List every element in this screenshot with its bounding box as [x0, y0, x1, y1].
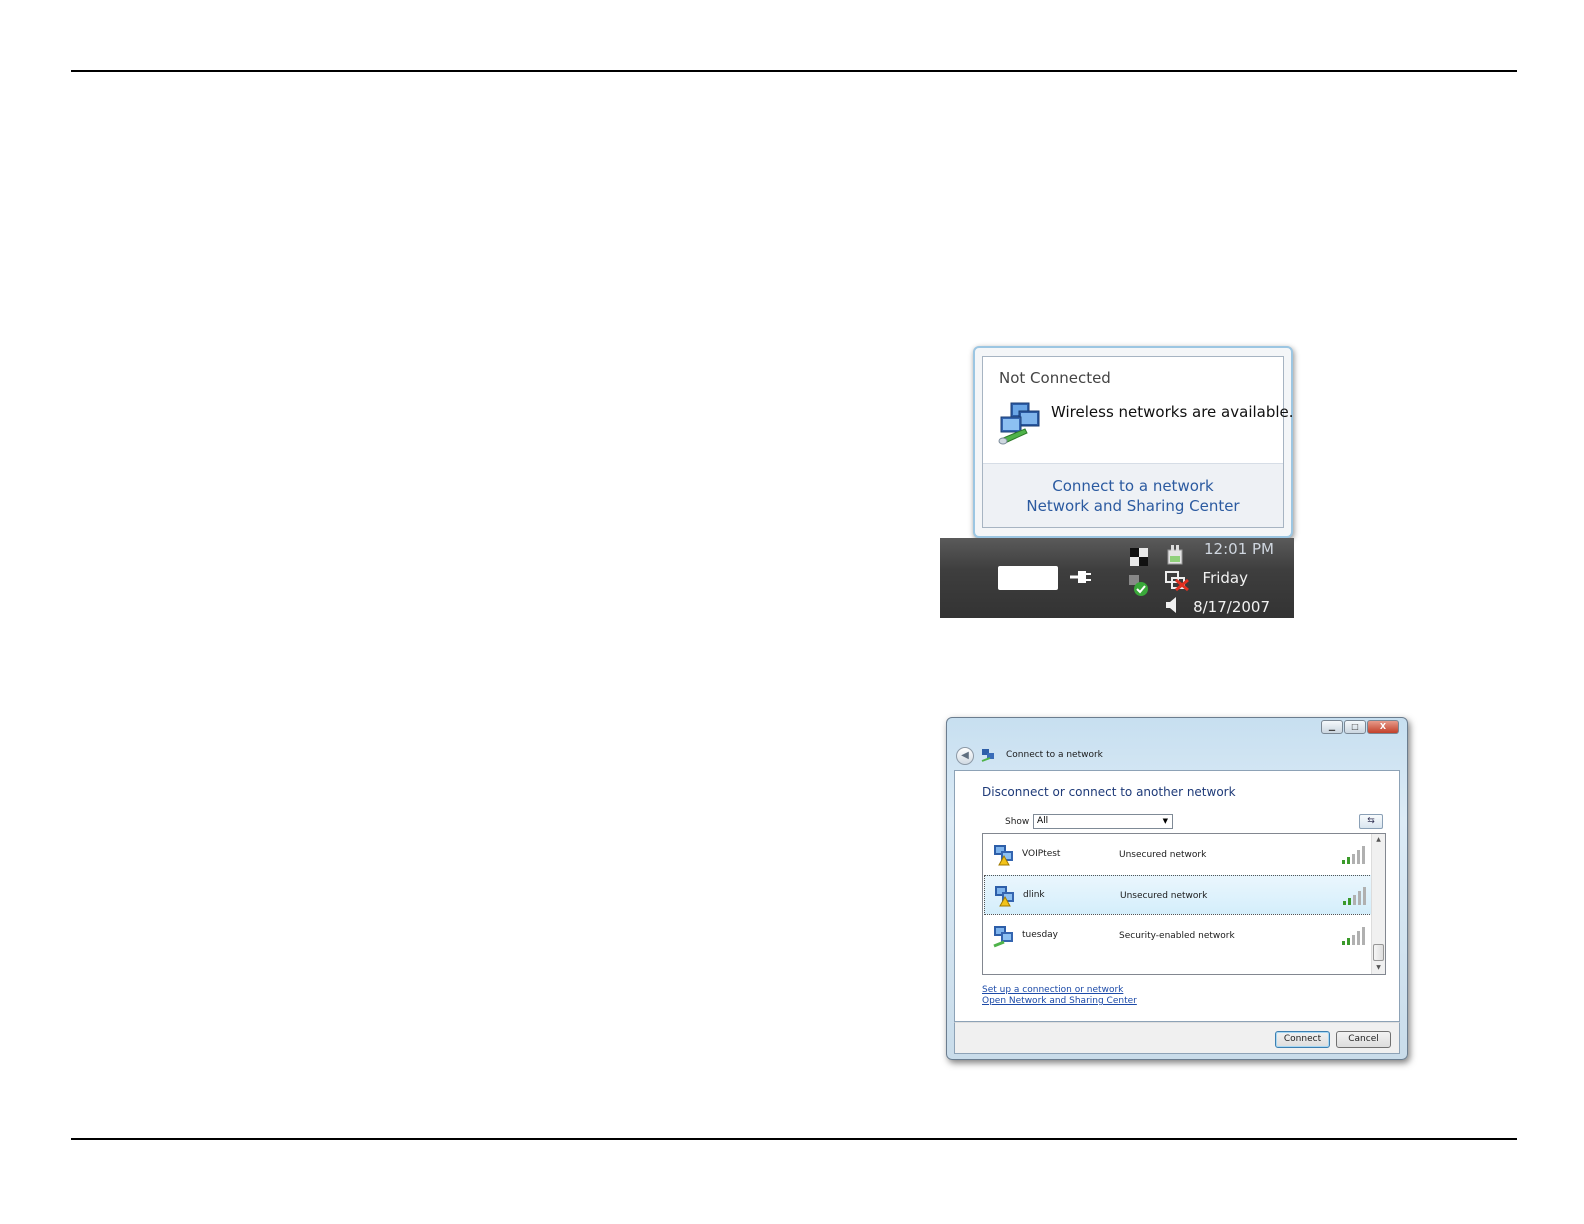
network-security: Security-enabled network — [1119, 931, 1235, 941]
clock-date[interactable]: 8/17/2007 — [1193, 598, 1270, 616]
dialog-title: Connect to a network — [1006, 750, 1103, 760]
clock-day[interactable]: Friday — [1203, 569, 1248, 587]
show-label: Show — [1005, 817, 1030, 827]
connect-network-dialog: ▁ □ X ◀ Connect to a network Disconnect … — [946, 717, 1408, 1060]
clock-time[interactable]: 12:01 PM — [1204, 540, 1274, 558]
show-dropdown-value: All — [1037, 816, 1049, 826]
volume-icon[interactable] — [1164, 596, 1180, 614]
plug-icon[interactable] — [1068, 568, 1092, 586]
signal-strength-icon — [1343, 887, 1366, 905]
header-rule — [71, 70, 1517, 72]
dialog-body: Disconnect or connect to another network… — [954, 770, 1400, 1022]
network-sharing-center-link[interactable]: Network and Sharing Center — [983, 496, 1283, 516]
window-controls: ▁ □ X — [1321, 720, 1399, 734]
network-row-dlink[interactable]: dlink Unsecured network — [984, 875, 1372, 915]
connect-to-network-link[interactable]: Connect to a network — [983, 476, 1283, 496]
network-row-tuesday[interactable]: tuesday Security-enabled network — [984, 916, 1372, 956]
maximize-button[interactable]: □ — [1344, 720, 1366, 734]
close-button[interactable]: X — [1367, 720, 1399, 734]
scroll-thumb[interactable] — [1373, 944, 1384, 961]
refresh-button[interactable]: ⇆ — [1359, 814, 1383, 829]
power-icon[interactable] — [1164, 544, 1186, 566]
wireless-network-icon — [998, 402, 1040, 445]
back-arrow-icon[interactable]: ◀ — [956, 747, 974, 765]
network-disconnected-icon[interactable] — [1164, 570, 1190, 592]
balloon-title: Not Connected — [999, 369, 1111, 387]
network-name: VOIPtest — [1022, 849, 1061, 859]
shield-icon[interactable] — [1128, 574, 1150, 598]
chevron-down-icon: ▼ — [1162, 817, 1168, 825]
network-list-scrollbar[interactable]: ▲ ▼ — [1371, 834, 1385, 974]
network-notification-balloon: Not Connected Wireless networks are avai… — [973, 346, 1294, 538]
network-list[interactable]: VOIPtest Unsecured network dlink Unsecur… — [982, 833, 1386, 975]
network-row-voiptest[interactable]: VOIPtest Unsecured network — [984, 835, 1372, 875]
network-security: Unsecured network — [1119, 850, 1207, 860]
minimize-button[interactable]: ▁ — [1321, 720, 1343, 734]
secured-network-icon — [993, 926, 1013, 948]
balloon-panel: Not Connected Wireless networks are avai… — [982, 356, 1294, 528]
network-name: dlink — [1023, 890, 1045, 900]
battery-icon[interactable] — [998, 566, 1058, 590]
unsecured-network-icon — [994, 845, 1013, 866]
open-sharing-center-link[interactable]: Open Network and Sharing Center — [982, 996, 1137, 1006]
scroll-down-icon[interactable]: ▼ — [1372, 962, 1385, 974]
signal-strength-icon — [1342, 846, 1365, 864]
balloon-links: Connect to a network Network and Sharing… — [983, 463, 1283, 527]
balloon-message: Wireless networks are available. — [1051, 403, 1294, 421]
unsecured-network-icon — [995, 886, 1014, 907]
scroll-up-icon[interactable]: ▲ — [1372, 834, 1385, 846]
show-dropdown[interactable]: All ▼ — [1033, 814, 1173, 829]
connect-button[interactable]: Connect — [1275, 1031, 1330, 1048]
network-small-icon — [981, 749, 994, 762]
signal-strength-icon — [1342, 927, 1365, 945]
checker-icon[interactable] — [1128, 546, 1150, 572]
dialog-button-bar: Connect Cancel — [954, 1022, 1400, 1054]
cancel-button[interactable]: Cancel — [1336, 1031, 1391, 1048]
network-security: Unsecured network — [1120, 891, 1208, 901]
dialog-heading: Disconnect or connect to another network — [982, 785, 1236, 799]
network-name: tuesday — [1022, 930, 1059, 940]
taskbar-tray: 12:01 PM Friday 8/17/2007 — [940, 538, 1294, 618]
setup-connection-link[interactable]: Set up a connection or network — [982, 985, 1123, 995]
footer-rule — [71, 1138, 1517, 1140]
